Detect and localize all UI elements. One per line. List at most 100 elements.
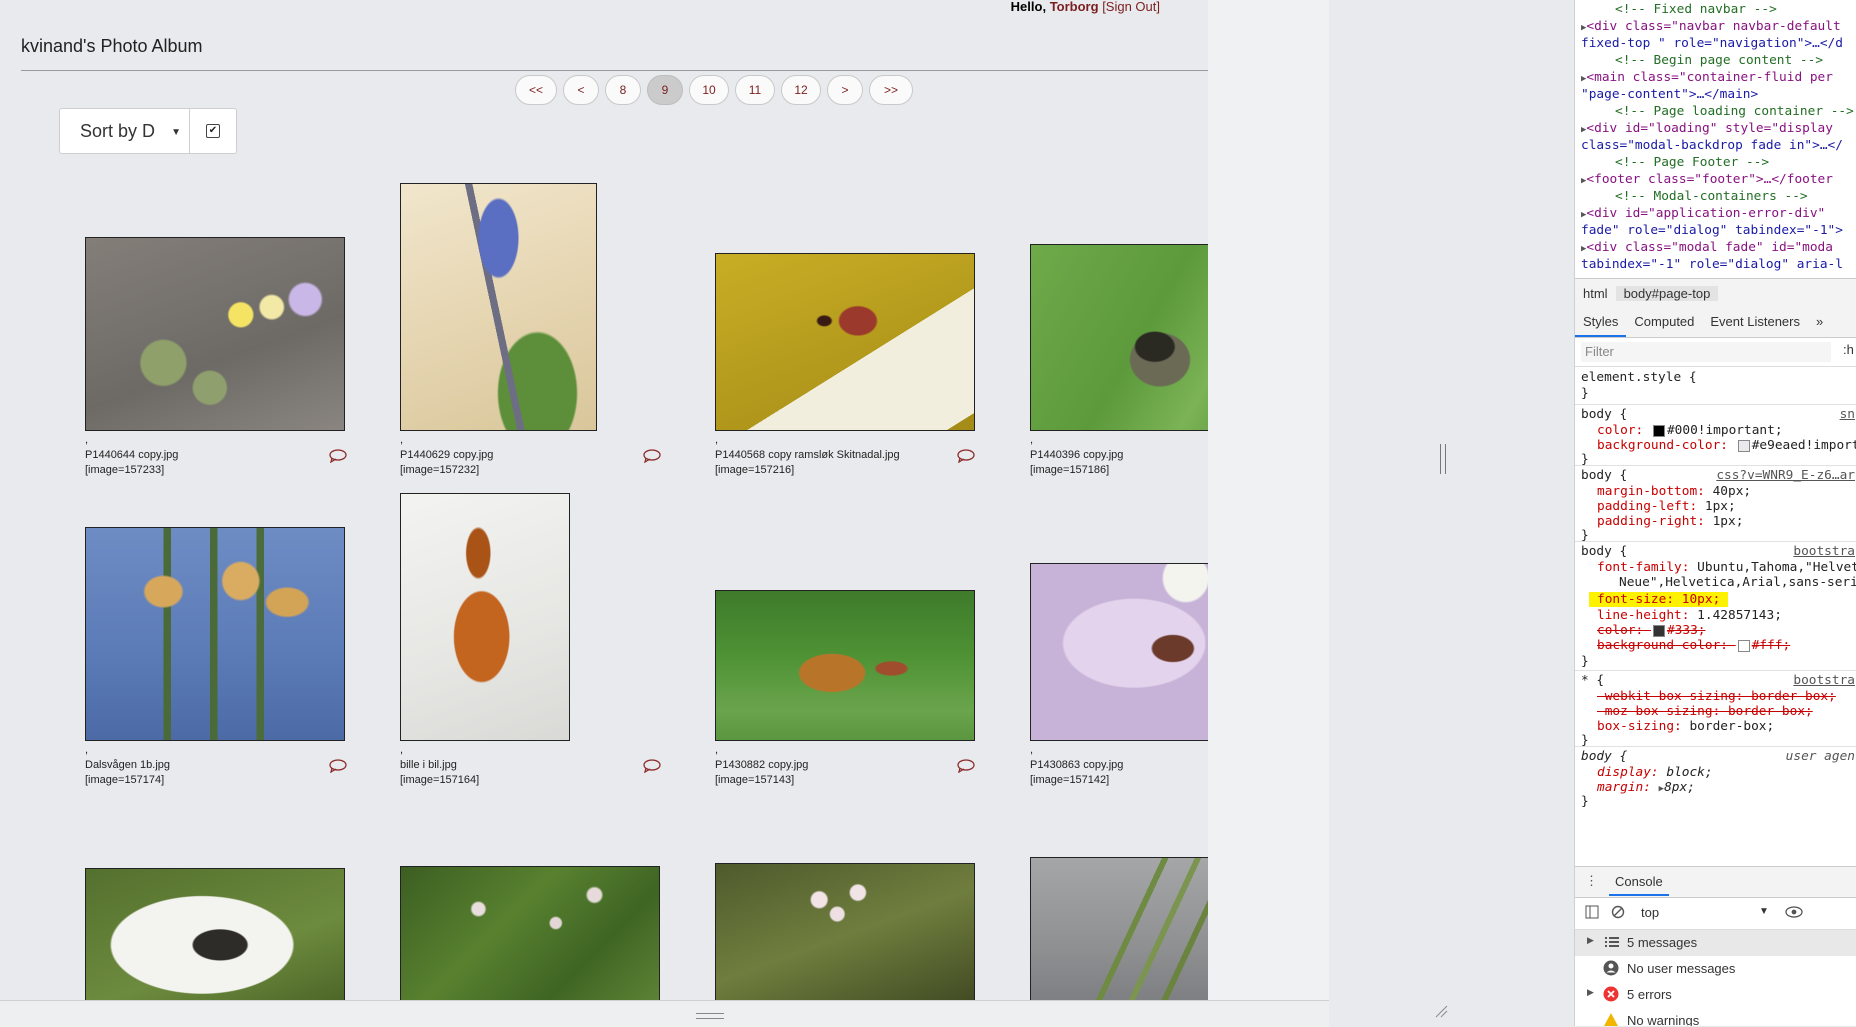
photo-image-id: [image=157164] [400, 774, 480, 786]
console-row-user-messages[interactable]: No user messages [1575, 956, 1856, 982]
color-swatch[interactable] [1737, 439, 1750, 452]
photo-image-hoverfly-green[interactable] [715, 590, 975, 741]
color-swatch[interactable] [1652, 624, 1665, 637]
rule-property-overridden[interactable]: -moz-box-sizing: border-box; [1597, 704, 1813, 719]
rule-property[interactable]: background-color: #e9eaed!importa [1597, 438, 1856, 453]
devtools-panel: <!-- Fixed navbar --> ▶<div class="navba… [1574, 0, 1856, 1026]
sort-direction-checkbox[interactable]: ✔ [190, 109, 236, 153]
dom-node[interactable]: ▶<div id="loading" style="display [1581, 121, 1833, 136]
breadcrumb: html body#page-top [1575, 278, 1856, 308]
console-row-errors[interactable]: ▶ 5 errors [1575, 982, 1856, 1008]
color-swatch[interactable] [1737, 639, 1750, 652]
photo-image-fly-on-leaf[interactable] [1030, 244, 1208, 431]
chevron-down-icon[interactable]: ▼ [1759, 906, 1769, 917]
resize-grip-icon[interactable] [1434, 1004, 1448, 1018]
console-drawer-header: ⋮ Console [1575, 866, 1856, 898]
dom-node[interactable]: ▶<div class="navbar navbar-default [1581, 19, 1841, 34]
photo-filename: bille i bil.jpg [400, 759, 457, 771]
page-10-button[interactable]: 10 [689, 75, 729, 105]
dom-node[interactable]: ▶<footer class="footer">…</footer [1581, 172, 1833, 187]
rule-property[interactable]: margin-bottom: 40px; [1597, 484, 1751, 499]
sidebar-toggle-icon[interactable] [1585, 905, 1599, 922]
expand-triangle-icon[interactable]: ▶ [1587, 987, 1594, 998]
comment-icon[interactable] [643, 449, 661, 464]
rule-source-link[interactable]: bootstra [1793, 673, 1855, 688]
comment-icon[interactable] [957, 449, 975, 464]
photo-image-grass-seedheads[interactable] [85, 527, 345, 741]
comment-icon[interactable] [643, 759, 661, 774]
photo-image-orange-beetle[interactable] [400, 493, 570, 741]
username-link[interactable]: Torborg [1050, 0, 1099, 14]
rule-property[interactable]: color: #000!important; [1597, 423, 1783, 438]
page-last-button[interactable]: >> [869, 75, 913, 105]
page-9-button[interactable]: 9 [647, 75, 683, 105]
hover-state-toggle[interactable]: :h [1843, 342, 1854, 357]
page-11-button[interactable]: 11 [735, 75, 775, 105]
photo-image-green-shrub[interactable] [400, 866, 660, 1000]
error-icon [1603, 986, 1619, 1005]
photo-image-small-white-flowers[interactable] [715, 863, 975, 1000]
rule-property[interactable]: box-sizing: border-box; [1597, 719, 1774, 734]
rule-source-link[interactable]: css?v=WNR9_E-z6…ar [1716, 468, 1855, 483]
photo-image-pine-needles[interactable] [1030, 857, 1208, 1000]
photo-image-fly-on-petal[interactable] [715, 253, 975, 431]
photo-filename: P1440644 copy.jpg [85, 449, 179, 461]
style-rule-body-3: body { bootstra font-family: Ubuntu,Taho… [1575, 542, 1856, 671]
photo-image-hoverfly-pink-flower[interactable] [1030, 563, 1208, 741]
tab-event-listeners[interactable]: Event Listeners [1702, 307, 1808, 337]
rule-source-label: user agen [1785, 749, 1855, 764]
photo-caption-comma: , [85, 434, 89, 446]
photo-filename: P1440629 copy.jpg [400, 449, 494, 461]
photo-image-fly-on-white-petal[interactable] [85, 868, 345, 1000]
photo-filename: P1440396 copy.jpg [1030, 449, 1124, 461]
breadcrumb-body[interactable]: body#page-top [1615, 285, 1719, 301]
rule-property: margin: ▶8px; [1597, 780, 1695, 795]
breadcrumb-html[interactable]: html [1575, 286, 1616, 301]
clear-console-icon[interactable] [1611, 905, 1625, 922]
sort-select[interactable]: Sort by D ▼ [60, 109, 190, 153]
panel-splitter-handle[interactable] [1440, 444, 1446, 474]
filter-input[interactable]: Filter [1581, 342, 1831, 362]
rule-property[interactable]: line-height: 1.42857143; [1597, 608, 1782, 623]
dom-node[interactable]: ▶<main class="container-fluid per [1581, 70, 1833, 85]
more-tabs-icon[interactable]: » [1808, 307, 1831, 337]
photo-image-id: [image=157142] [1030, 774, 1110, 786]
rule-source-link[interactable]: sn [1840, 407, 1855, 422]
user-icon [1603, 960, 1619, 979]
sign-out-link[interactable]: [Sign Out] [1102, 0, 1160, 14]
rule-property[interactable]: font-family: Ubuntu,Tahoma,"Helveti [1597, 560, 1856, 575]
page-first-button[interactable]: << [515, 75, 557, 105]
page-next-button[interactable]: > [827, 75, 863, 105]
photo-image-blue-flower[interactable] [400, 183, 597, 431]
tab-computed[interactable]: Computed [1626, 307, 1702, 337]
console-row-messages[interactable]: ▶ 5 messages [1575, 930, 1856, 956]
comment-icon[interactable] [957, 759, 975, 774]
rule-property[interactable]: padding-left: 1px; [1597, 499, 1736, 514]
rule-source-link[interactable]: bootstra [1793, 544, 1855, 559]
color-swatch[interactable] [1652, 424, 1665, 437]
page-12-button[interactable]: 12 [781, 75, 821, 105]
rule-property-overridden[interactable]: -webkit-box-sizing: border-box; [1597, 689, 1836, 704]
dom-comment: <!-- Begin page content --> [1615, 53, 1824, 68]
comment-icon[interactable] [329, 759, 347, 774]
expand-triangle-icon[interactable]: ▶ [1587, 935, 1594, 946]
dom-node[interactable]: ▶<div id="application-error-div" [1581, 206, 1825, 221]
dom-node[interactable]: ▶<div class="modal fade" id="moda [1581, 240, 1833, 255]
photo-image-flower-buds[interactable] [85, 237, 345, 431]
tab-console[interactable]: Console [1609, 867, 1669, 896]
console-row-warnings[interactable]: No warnings [1575, 1008, 1856, 1026]
rule-property[interactable]: padding-right: 1px; [1597, 514, 1743, 529]
dom-node-cont: "page-content">…</main> [1581, 87, 1759, 102]
drawer-resize-bar[interactable] [0, 1000, 1329, 1027]
rule-property-overridden[interactable]: background-color: #fff; [1597, 638, 1790, 653]
drawer-menu-icon[interactable]: ⋮ [1585, 873, 1598, 889]
rule-property-overridden[interactable]: color: #333; [1597, 623, 1705, 638]
rule-property-highlighted[interactable]: font-size: 10px; [1589, 592, 1729, 607]
page-prev-button[interactable]: < [563, 75, 599, 105]
tab-styles[interactable]: Styles [1575, 307, 1627, 337]
list-icon [1605, 936, 1619, 951]
page-8-button[interactable]: 8 [605, 75, 641, 105]
comment-icon[interactable] [329, 449, 347, 464]
context-selector[interactable]: top [1641, 905, 1659, 920]
eye-icon[interactable] [1785, 905, 1803, 922]
